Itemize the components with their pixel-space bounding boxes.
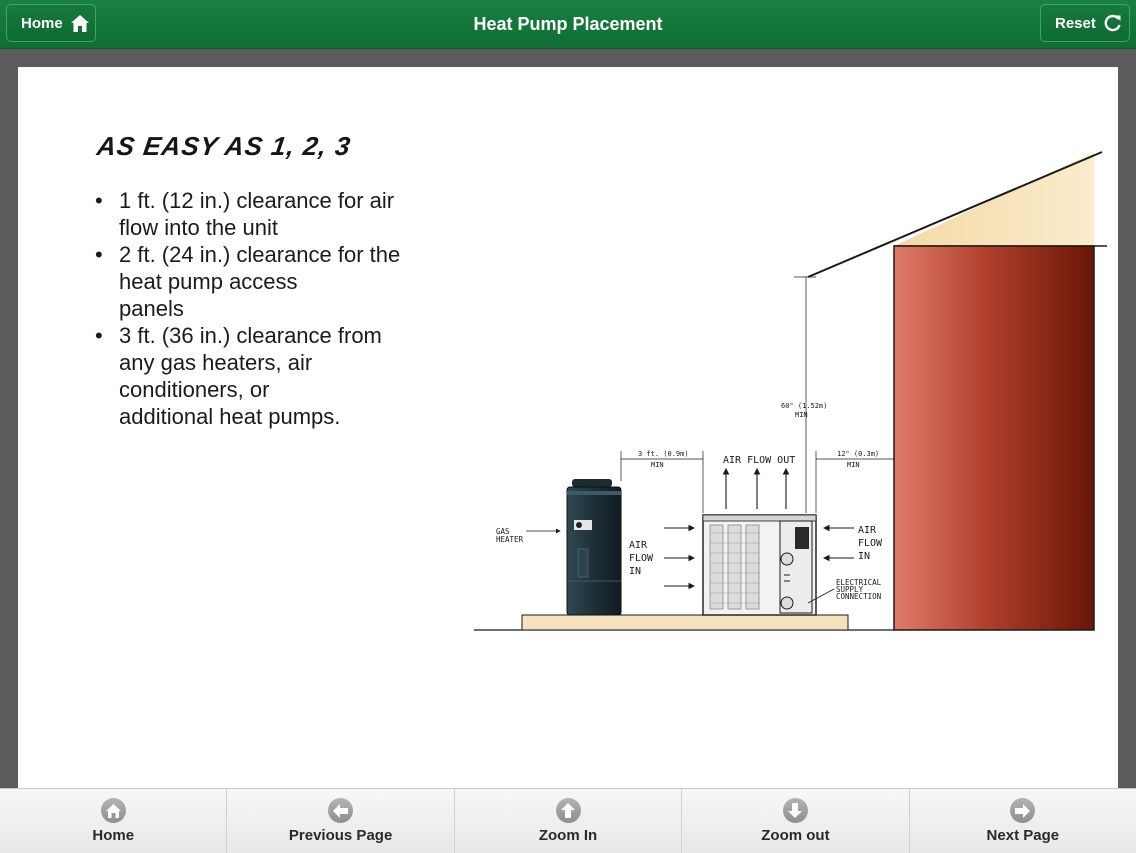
clearance-left-label: MIN [651, 461, 664, 469]
air-flow-in-left-arrows [664, 524, 696, 590]
top-bar: Heat Pump Placement Home Reset [0, 0, 1136, 49]
home-button-label: Home [21, 14, 63, 32]
placement-diagram: GAS HEATER AIR FLOW OUT AIR FLOW IN AIR … [474, 151, 1107, 631]
arrow-up-icon [555, 798, 581, 823]
reset-button-label: Reset [1055, 14, 1096, 32]
home-icon [70, 14, 89, 32]
clearance-item: 1 ft. (12 in.) clearance for air flow in… [95, 187, 455, 241]
document-page: AS EASY AS 1, 2, 3 1 ft. (12 in.) cleara… [18, 67, 1118, 789]
home-nav-label: Home [92, 827, 135, 844]
air-flow-in-label: IN [858, 551, 870, 562]
clearance-top-label: 60" (1.52m) [781, 402, 827, 410]
zoom-out-button[interactable]: Zoom out [682, 789, 910, 853]
home-icon [100, 798, 126, 823]
air-flow-out-label: AIR FLOW OUT [723, 455, 795, 466]
concrete-pad [521, 614, 849, 631]
clearance-item: 2 ft. (24 in.) clearance for the heat pu… [95, 241, 455, 322]
page-title: Heat Pump Placement [473, 14, 663, 34]
reset-button[interactable]: Reset [1040, 4, 1130, 42]
electrical-label: CONNECTION [836, 592, 881, 601]
clearance-item: 3 ft. (36 in.) clearance from any gas he… [95, 322, 455, 430]
zoom-out-label: Zoom out [761, 827, 830, 844]
air-flow-in-label: FLOW [629, 553, 654, 564]
previous-page-label: Previous Page [288, 827, 393, 844]
gas-heater [566, 479, 622, 616]
arrow-left-icon [328, 798, 354, 823]
clearance-list: 1 ft. (12 in.) clearance for air flow in… [95, 187, 455, 430]
arrow-right-icon [1010, 798, 1036, 823]
next-page-button[interactable]: Next Page [910, 789, 1136, 853]
clearance-right-label: 12" (0.3m) [837, 450, 879, 458]
air-flow-in-label: AIR [858, 525, 877, 536]
air-flow-in-label: AIR [629, 540, 648, 551]
heat-pump-unit [702, 514, 817, 616]
next-page-label: Next Page [986, 827, 1060, 844]
air-flow-in-label: FLOW [858, 538, 883, 549]
previous-page-button[interactable]: Previous Page [227, 789, 455, 853]
zoom-in-label: Zoom In [538, 827, 598, 844]
arrow-down-icon [782, 798, 808, 823]
zoom-in-button[interactable]: Zoom In [455, 789, 683, 853]
air-flow-out-arrows [722, 467, 790, 509]
clearance-right-label: MIN [847, 461, 860, 469]
refresh-icon [1104, 14, 1122, 32]
air-flow-in-label: IN [629, 566, 641, 577]
home-button[interactable]: Home [6, 4, 96, 42]
air-flow-in-right-arrows [822, 524, 854, 562]
section-heading: AS EASY AS 1, 2, 3 [95, 131, 353, 161]
clearance-top-label: MIN [795, 411, 808, 419]
bottom-toolbar: Home Previous Page Zoom In Zoom out Next… [0, 788, 1136, 853]
gas-heater-label: HEATER [496, 535, 524, 544]
home-nav-button[interactable]: Home [0, 789, 228, 853]
clearance-left-label: 3 ft. (0.9m) [638, 450, 689, 458]
